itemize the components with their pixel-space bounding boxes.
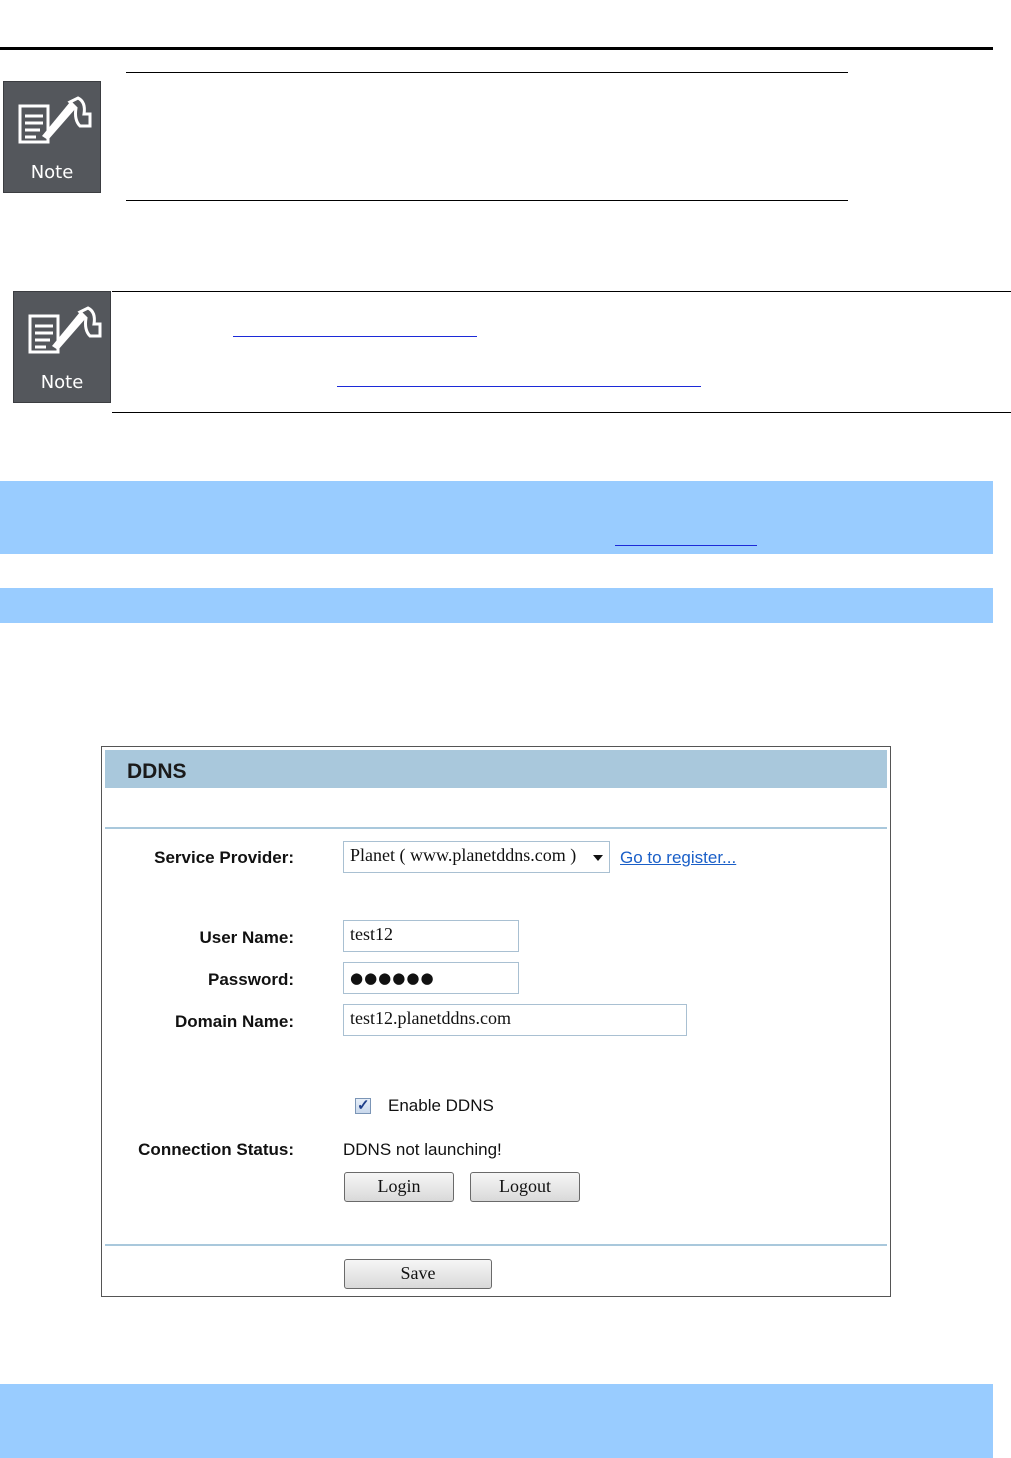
highlight-band [0, 1384, 993, 1458]
hyperlink-underline[interactable] [337, 386, 701, 387]
login-button[interactable]: Login [344, 1172, 454, 1202]
ddns-panel: DDNS Service Provider: Planet ( www.plan… [101, 746, 891, 1297]
enable-ddns-label: Enable DDNS [388, 1096, 494, 1115]
domain-name-input[interactable]: test12.planetddns.com [343, 1004, 687, 1036]
service-provider-select[interactable]: Planet ( www.planetddns.com ) [343, 841, 610, 873]
note-top-rule [112, 291, 1011, 292]
highlight-band [0, 588, 993, 623]
panel-separator [105, 1244, 887, 1246]
hyperlink-underline[interactable] [615, 545, 757, 546]
password-input[interactable]: ●●●●●● [343, 962, 519, 994]
service-provider-value: Planet ( www.planetddns.com ) [350, 845, 577, 865]
enable-ddns-checkbox[interactable]: ✓ [355, 1097, 371, 1114]
ddns-panel-header: DDNS [105, 750, 887, 788]
panel-title: DDNS [127, 760, 187, 783]
note-label: Note [40, 372, 84, 393]
note-label: Note [30, 162, 74, 183]
checkmark-icon: ✓ [357, 1097, 370, 1114]
chevron-down-icon [593, 855, 603, 861]
panel-separator [105, 827, 887, 829]
connection-status-value: DDNS not launching! [343, 1140, 502, 1159]
register-link[interactable]: Go to register... [620, 848, 736, 868]
user-name-label: User Name: [199, 928, 295, 947]
hyperlink-underline[interactable] [233, 336, 477, 337]
note-bottom-rule [126, 200, 848, 201]
save-button[interactable]: Save [344, 1259, 492, 1289]
note-bottom-rule [112, 412, 1011, 413]
domain-name-label: Domain Name: [174, 1012, 294, 1031]
highlight-band [0, 481, 993, 554]
service-provider-label: Service Provider: [154, 848, 294, 867]
password-label: Password: [208, 970, 294, 989]
page-header-rule [0, 47, 993, 50]
note-icon: Note [3, 81, 101, 193]
note-icon: Note [13, 291, 111, 403]
logout-button[interactable]: Logout [470, 1172, 580, 1202]
connection-status-label: Connection Status: [138, 1140, 294, 1159]
note-top-rule [126, 72, 848, 73]
user-name-input[interactable]: test12 [343, 920, 519, 952]
